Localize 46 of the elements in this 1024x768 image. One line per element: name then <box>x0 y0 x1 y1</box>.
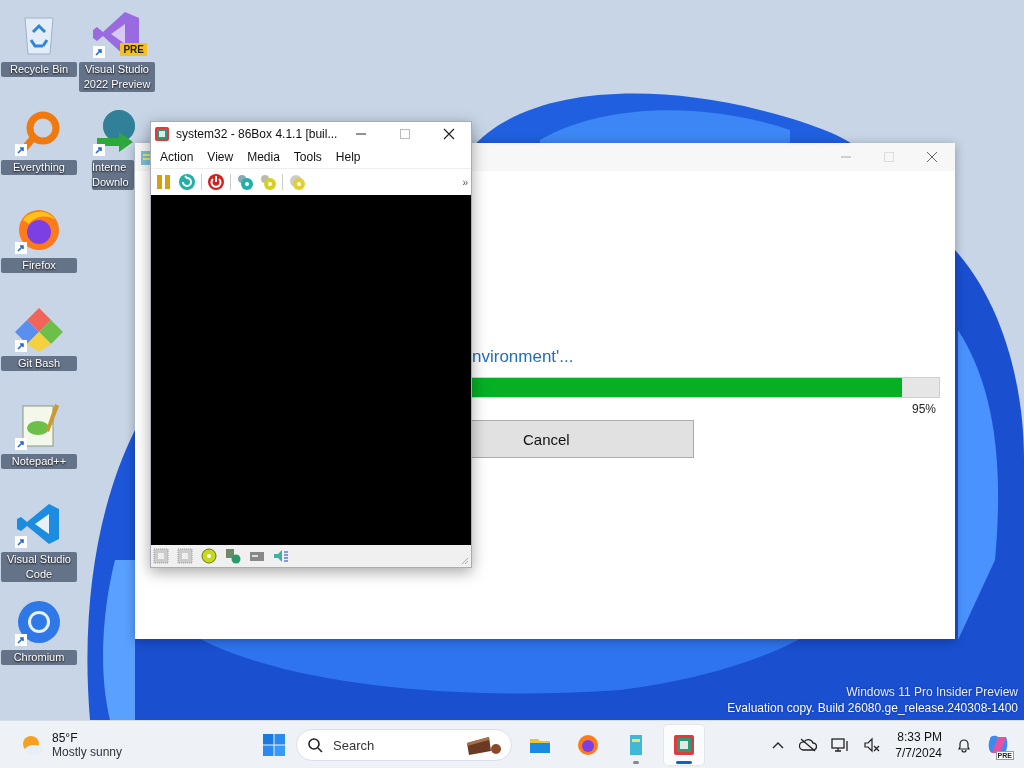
icon-label[interactable]: Everything <box>1 160 77 175</box>
menu-item[interactable]: View <box>200 150 241 164</box>
disc-icon <box>201 548 217 564</box>
window-title: system32 - 86Box 4.1.1 [buil... <box>176 127 338 141</box>
cloud-off-icon[interactable] <box>799 738 818 752</box>
resize-grip-icon[interactable] <box>461 557 469 565</box>
start-button[interactable] <box>262 733 286 757</box>
clock-button[interactable]: 8:33 PM 7/7/2024 <box>895 729 942 761</box>
icon-label[interactable]: Recycle Bin <box>1 62 77 77</box>
watermark-text: Windows 11 Pro Insider Preview <box>845 684 1018 700</box>
icon-label[interactable]: Chromium <box>1 650 77 665</box>
icon-label[interactable]: Visual Studio Code <box>1 552 77 582</box>
pause-icon[interactable] <box>155 173 173 191</box>
menu-item[interactable]: Action <box>153 150 201 164</box>
menu-item[interactable]: Help <box>328 150 368 164</box>
temperature-label: 85°F <box>52 731 79 745</box>
search-box[interactable]: Search <box>296 729 512 761</box>
speaker-icon <box>273 548 289 564</box>
sun-cloud-icon <box>20 733 44 757</box>
watermark-text: Evaluation copy. Build 26080.ge_release.240308-1400 <box>727 700 1018 716</box>
icon-label[interactable]: Git Bash <box>1 356 77 371</box>
search-input[interactable]: Search <box>331 736 455 754</box>
menu-item[interactable]: Media <box>240 150 287 164</box>
network-icon <box>225 548 241 564</box>
icon-label[interactable]: Firefox <box>1 258 77 273</box>
board-app-icon <box>672 733 696 757</box>
network-monitor-icon[interactable] <box>831 737 850 753</box>
close-icon[interactable] <box>443 128 455 140</box>
status-text: nvironment'... <box>472 347 575 368</box>
icon-label[interactable]: Notepad++ <box>1 454 77 469</box>
icon-label[interactable]: Interne Downlo <box>92 160 134 190</box>
speaker-muted-icon[interactable] <box>863 737 882 753</box>
badge: PRE <box>120 43 147 56</box>
floppy-icon <box>177 548 193 564</box>
fox-globe-icon <box>576 733 600 757</box>
cancel-button[interactable]: Cancel <box>470 420 694 458</box>
percent-label: 95% <box>911 402 936 416</box>
power-icon[interactable] <box>207 173 225 191</box>
more-tools-button[interactable]: » <box>462 176 468 188</box>
bell-icon[interactable] <box>956 737 972 753</box>
search-icon <box>307 737 323 753</box>
board-app-icon <box>154 126 170 142</box>
weather-condition: Mostly sunny <box>52 745 123 759</box>
menu-item[interactable]: Tools <box>286 150 329 164</box>
taskbar-app-button[interactable] <box>664 725 704 765</box>
icon-label[interactable]: Visual Studio 2022 Preview <box>79 62 155 92</box>
